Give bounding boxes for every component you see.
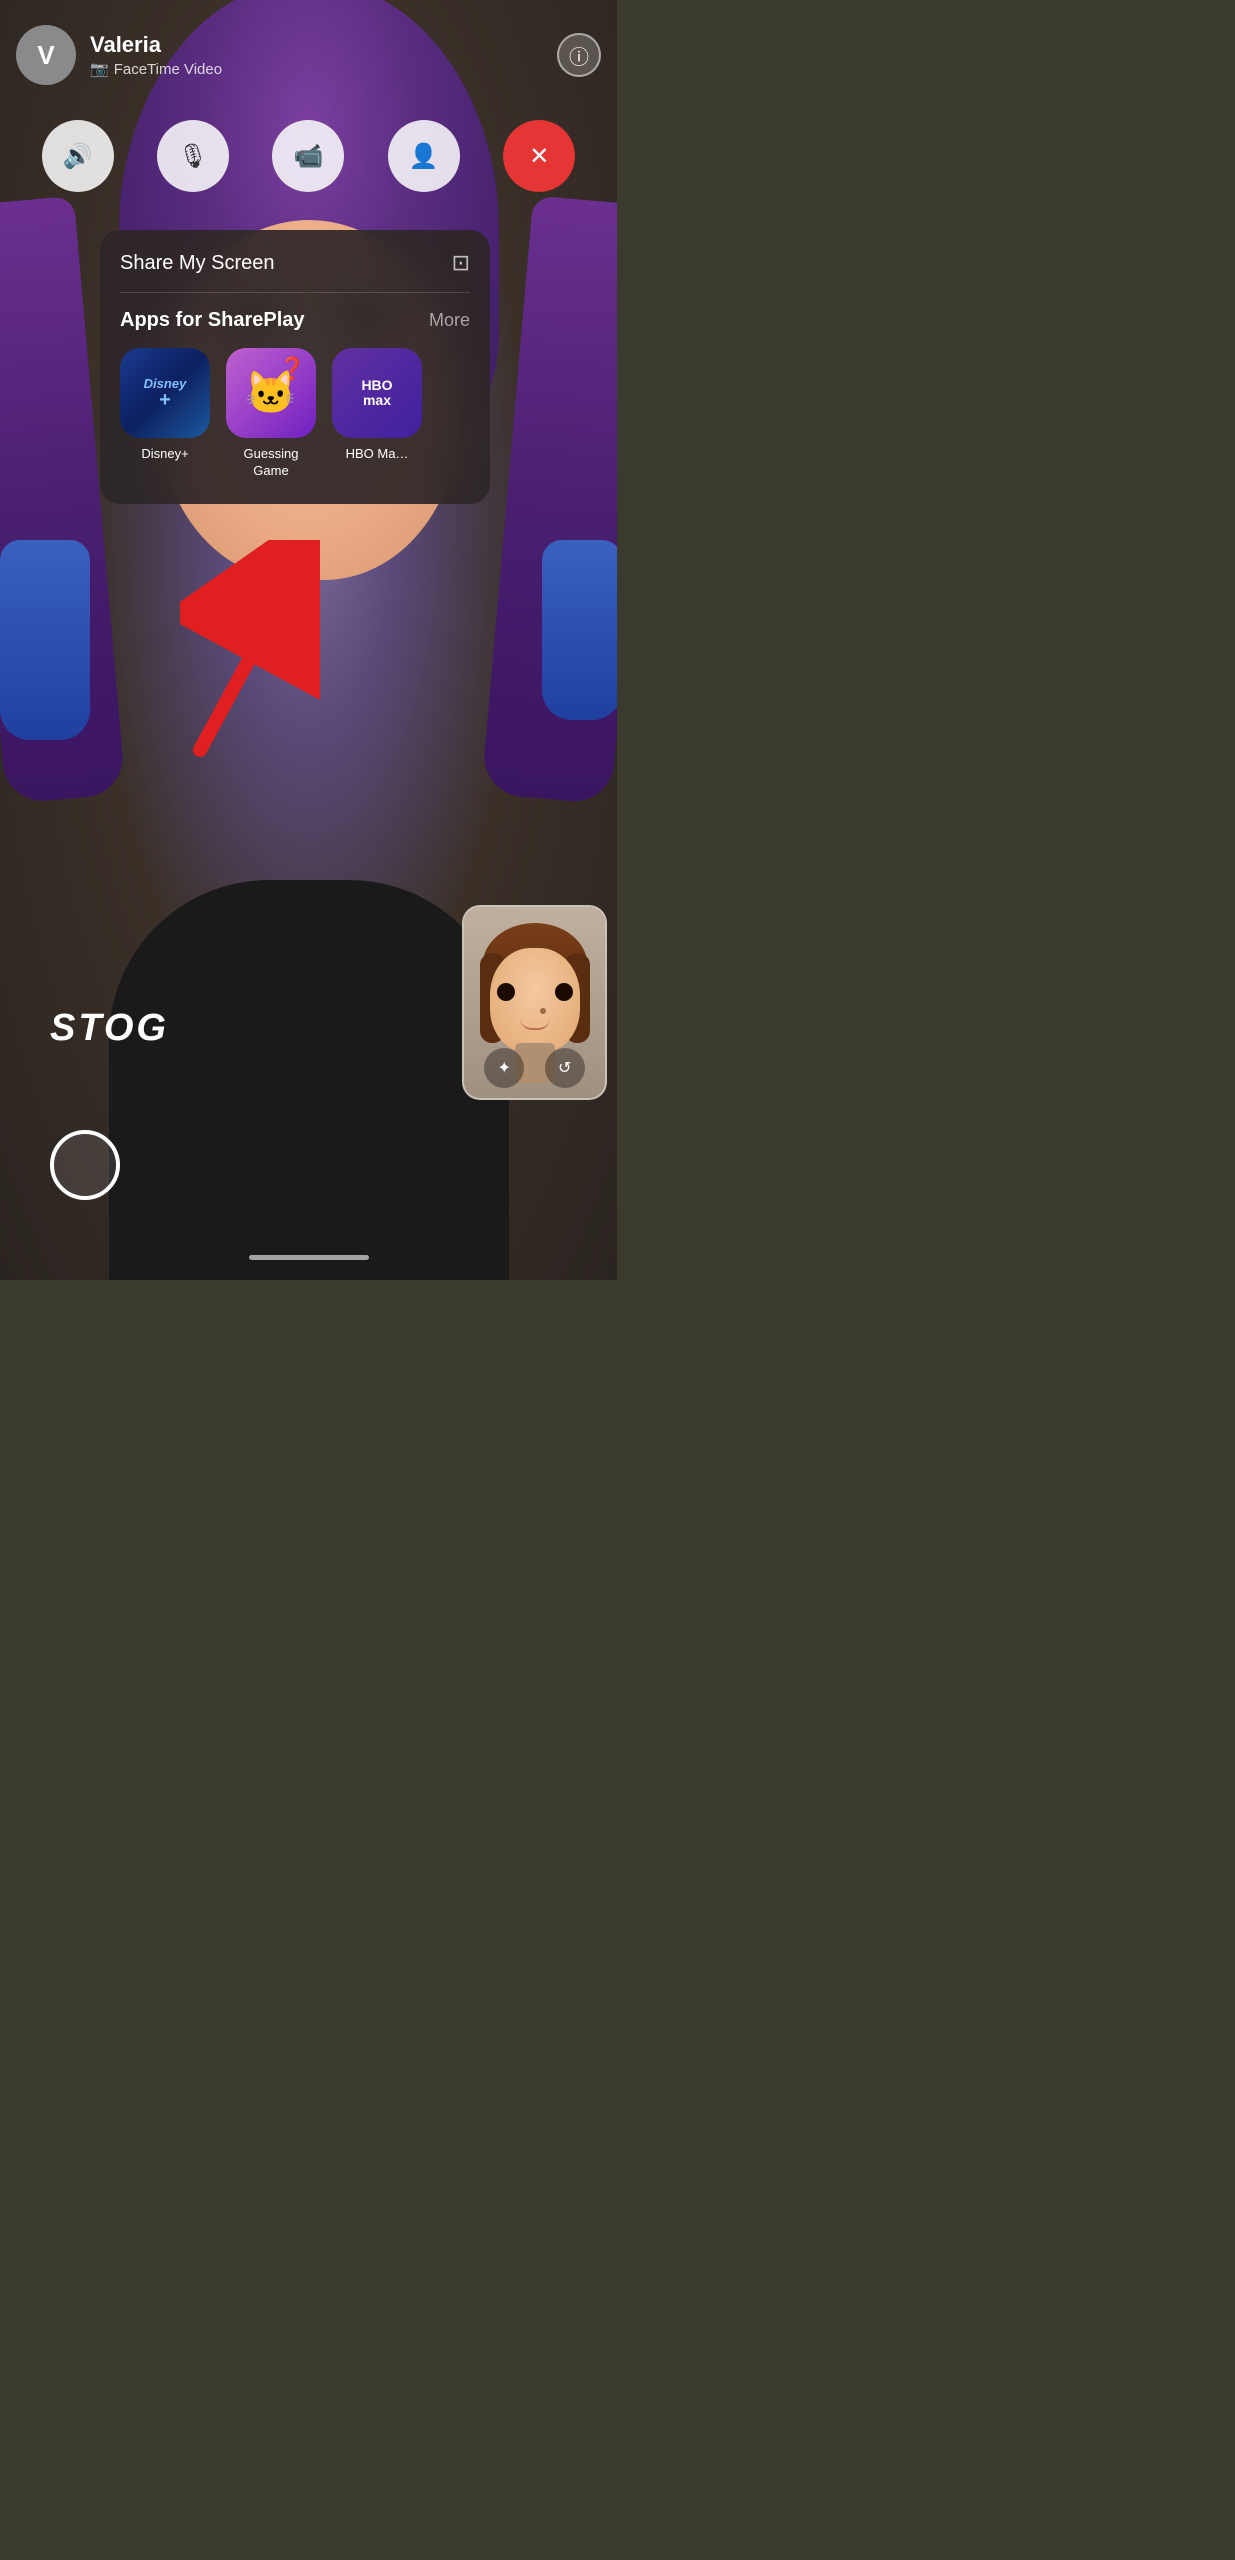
share-screen-label[interactable]: Share My Screen	[120, 252, 275, 275]
share-screen-icon: ⊡	[452, 250, 470, 276]
guessing-game-label: GuessingGame	[244, 446, 299, 480]
share-screen-row: Share My Screen ⊡	[120, 250, 470, 293]
app-item-disney[interactable]: Disney + Disney+	[120, 348, 210, 463]
disney-icon: Disney +	[120, 348, 210, 438]
video-camera-icon: 📷	[90, 60, 109, 78]
controls-bar: 🔊 🎙 📹 👤 ✕	[0, 120, 617, 192]
hbo-icon: HBOmax	[332, 348, 422, 438]
app-item-guessing-game[interactable]: 🐱 ❓ GuessingGame	[226, 348, 316, 480]
flip-camera-icon: ↺	[558, 1058, 571, 1078]
more-button[interactable]: More	[429, 310, 470, 331]
hair-bottom-right	[542, 540, 617, 720]
record-button-inner	[54, 1134, 116, 1196]
camera-icon: 📹	[294, 142, 324, 171]
self-view: ✦ ↺	[462, 905, 607, 1100]
record-button[interactable]	[50, 1130, 120, 1200]
hair-bottom-left	[0, 540, 90, 740]
app-item-hbo[interactable]: HBOmax HBO Ma…	[332, 348, 422, 463]
apps-header: Apps for SharePlay More	[120, 309, 470, 332]
camera-button[interactable]: 📹	[272, 120, 344, 192]
flip-camera-button[interactable]: ↺	[545, 1048, 585, 1088]
caller-info: Valeria 📷 FaceTime Video	[90, 32, 557, 78]
guessing-game-icon: 🐱 ❓	[226, 348, 316, 438]
caller-name: Valeria	[90, 32, 557, 58]
clothes-text: STOG	[50, 1007, 169, 1050]
top-bar: V Valeria 📷 FaceTime Video ⓘ	[0, 0, 617, 100]
end-call-icon: ✕	[529, 142, 549, 171]
shareplay-toggle-button[interactable]: 👤	[388, 120, 460, 192]
mic-icon: 🎙	[178, 142, 208, 171]
mute-button[interactable]: 🎙	[157, 120, 229, 192]
disney-label: Disney+	[141, 446, 188, 463]
apps-for-shareplay-title: Apps for SharePlay	[120, 309, 305, 332]
info-icon: ⓘ	[569, 41, 589, 70]
speaker-icon: 🔊	[63, 142, 93, 171]
star-icon: ✦	[498, 1058, 511, 1078]
info-button[interactable]: ⓘ	[557, 33, 601, 77]
speaker-button[interactable]: 🔊	[42, 120, 114, 192]
apps-grid: Disney + Disney+ 🐱 ❓ GuessingGame HBOmax…	[120, 348, 470, 480]
caller-subtitle: 📷 FaceTime Video	[90, 60, 557, 78]
self-view-controls: ✦ ↺	[464, 1048, 605, 1088]
body	[109, 880, 509, 1280]
hbo-label: HBO Ma…	[346, 446, 409, 463]
caller-avatar: V	[16, 25, 76, 85]
end-call-button[interactable]: ✕	[503, 120, 575, 192]
memoji-effect-button[interactable]: ✦	[484, 1048, 524, 1088]
shareplay-panel: Share My Screen ⊡ Apps for SharePlay Mor…	[100, 230, 490, 504]
shareplay-icon: 👤	[409, 142, 439, 171]
home-indicator	[249, 1255, 369, 1260]
